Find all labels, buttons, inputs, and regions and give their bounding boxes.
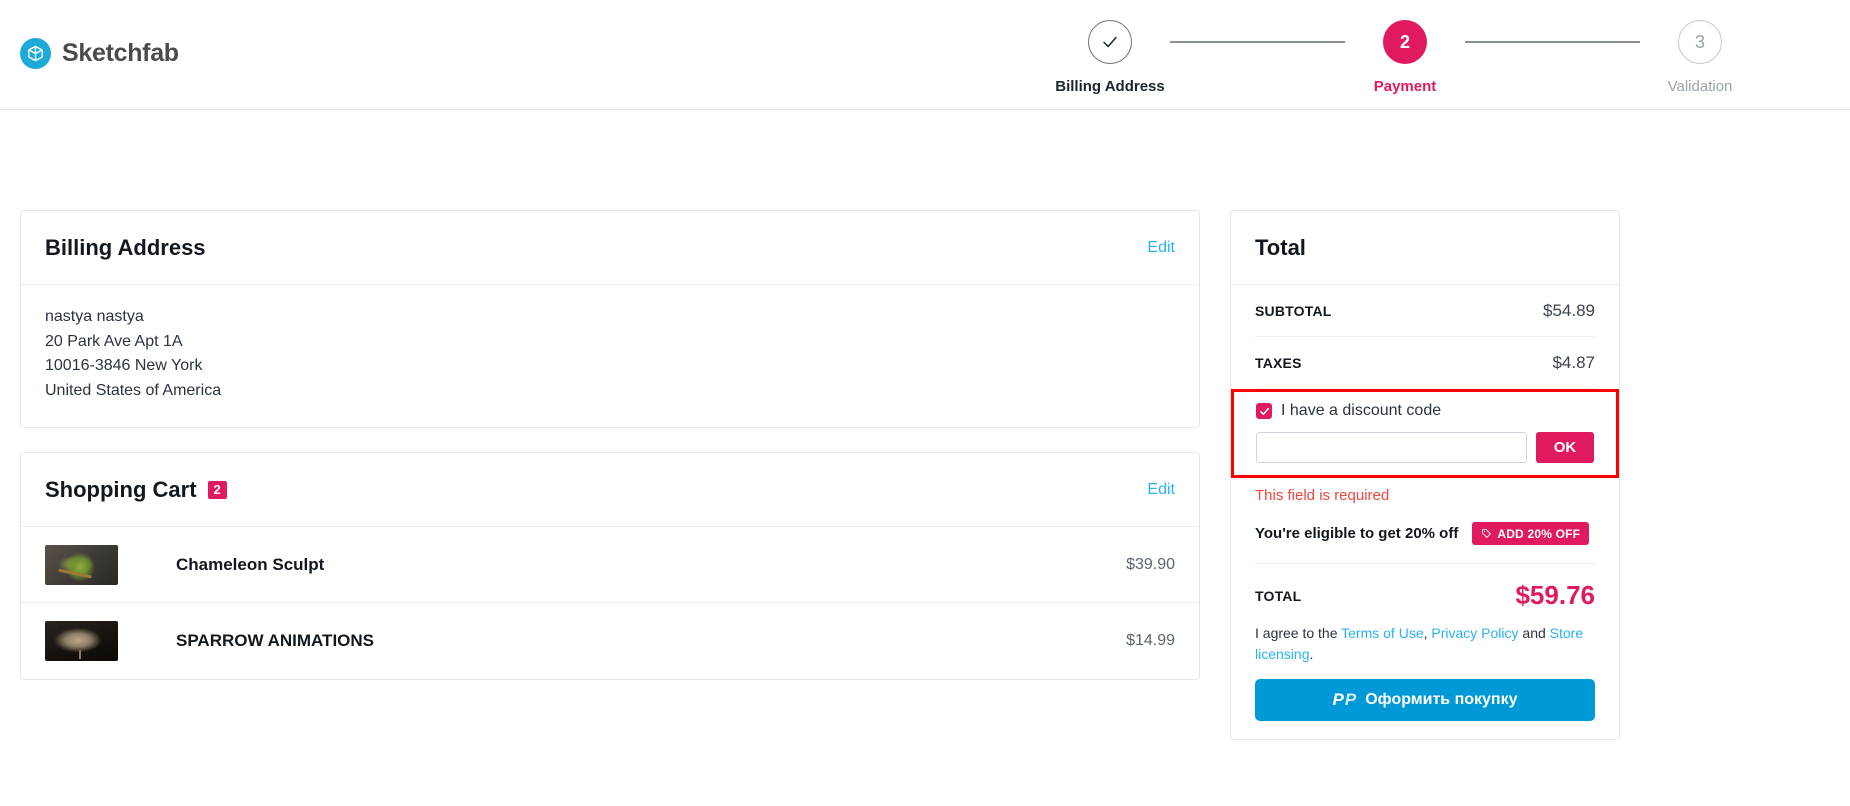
left-column: Billing Address Edit nastya nastya 20 Pa… (20, 210, 1200, 680)
discount-input-row: OK (1256, 432, 1594, 463)
grand-total-value: $59.76 (1515, 580, 1595, 610)
add-discount-button[interactable]: ADD 20% OFF (1472, 522, 1590, 545)
cart-item-name: SPARROW ANIMATIONS (176, 631, 375, 650)
step-validation[interactable]: 3 Validation (1640, 20, 1760, 95)
subtotal-value: $54.89 (1543, 300, 1595, 320)
cart-item-thumbnail (45, 544, 118, 585)
discount-error-message: This field is required (1255, 487, 1390, 504)
cart-item-thumbnail (45, 621, 118, 661)
privacy-policy-link[interactable]: Privacy Policy (1431, 625, 1518, 641)
total-header: Total (1231, 211, 1619, 285)
discount-checkbox[interactable] (1256, 403, 1272, 419)
step-3-circle: 3 (1678, 20, 1722, 64)
step-3-label: Validation (1667, 78, 1733, 95)
discount-eligible-row: You're eligible to get 20% off ADD 20% O… (1255, 504, 1595, 564)
shopping-cart-title: Shopping Cart 2 (45, 477, 227, 503)
tag-icon (1482, 529, 1492, 538)
discount-checkbox-label: I have a discount code (1281, 402, 1442, 419)
total-card: Total SUBTOTAL $54.89 TAXES $4.87 I have… (1230, 210, 1620, 740)
step-1-label: Billing Address (1055, 78, 1165, 95)
step-connector-2 (1465, 41, 1640, 43)
agree-suffix: . (1309, 646, 1314, 662)
table-row[interactable]: Chameleon Sculpt $39.90 (21, 527, 1199, 603)
discount-code-input[interactable] (1256, 432, 1527, 463)
address-line-street: 20 Park Ave Apt 1A (45, 332, 183, 350)
table-row[interactable]: SPARROW ANIMATIONS $14.99 (21, 603, 1199, 679)
address-line-country: United States of America (45, 381, 222, 399)
taxes-label: TAXES (1255, 354, 1302, 371)
add-discount-label: ADD 20% OFF (1497, 526, 1581, 541)
billing-address-title: Billing Address (45, 234, 206, 260)
subtotal-label: SUBTOTAL (1255, 302, 1332, 319)
discount-ok-button[interactable]: OK (1536, 432, 1594, 463)
check-icon (1259, 407, 1269, 415)
shopping-cart-title-text: Shopping Cart (45, 476, 197, 502)
step-1-circle (1088, 20, 1132, 64)
eligible-text: You're eligible to get 20% off (1255, 525, 1459, 542)
paypal-checkout-button[interactable]: PP Оформить покупку (1255, 679, 1595, 721)
check-icon (1103, 36, 1117, 48)
cart-item-name: Chameleon Sculpt (176, 554, 325, 574)
discount-checkbox-row[interactable]: I have a discount code (1256, 402, 1594, 420)
checkout-content: Billing Address Edit nastya nastya 20 Pa… (0, 210, 1850, 740)
address-line-city: 10016-3846 New York (45, 357, 203, 374)
step-connector-1 (1170, 41, 1345, 43)
billing-address-card: Billing Address Edit nastya nastya 20 Pa… (20, 210, 1200, 428)
sketchfab-cube-icon (20, 38, 51, 69)
billing-address-body: nastya nastya 20 Park Ave Apt 1A 10016-3… (21, 285, 1199, 427)
cart-item-price: $14.99 (1126, 632, 1175, 649)
shopping-cart-card: Shopping Cart 2 Edit Chameleon Sculpt $3… (20, 452, 1200, 680)
page-header: Sketchfab Billing Address 2 Payment 3 Va… (0, 0, 1850, 110)
agree-prefix: I agree to the (1255, 625, 1342, 641)
brand-name: Sketchfab (62, 39, 179, 67)
address-line-name: nastya nastya (45, 308, 144, 325)
paypal-button-label: Оформить покупку (1365, 691, 1518, 708)
agree-and: and (1518, 625, 1550, 641)
total-title: Total (1255, 234, 1306, 260)
cart-count-badge: 2 (207, 480, 227, 499)
paypal-logo-icon: PP (1332, 690, 1357, 709)
grand-total-row: TOTAL $59.76 (1255, 564, 1595, 623)
right-column: Total SUBTOTAL $54.89 TAXES $4.87 I have… (1230, 210, 1620, 740)
billing-address-header: Billing Address Edit (21, 211, 1199, 285)
edit-billing-address-link[interactable]: Edit (1147, 239, 1175, 257)
taxes-value: $4.87 (1552, 352, 1595, 372)
step-billing-address[interactable]: Billing Address (1050, 20, 1170, 95)
checkout-stepper: Billing Address 2 Payment 3 Validation (1050, 20, 1760, 95)
shopping-cart-header: Shopping Cart 2 Edit (21, 453, 1199, 527)
brand-logo-area[interactable]: Sketchfab (20, 38, 179, 69)
edit-cart-link[interactable]: Edit (1147, 481, 1175, 499)
terms-of-use-link[interactable]: Terms of Use (1341, 625, 1423, 641)
grand-total-label: TOTAL (1255, 587, 1302, 604)
discount-code-section: I have a discount code OK (1231, 389, 1619, 478)
step-payment[interactable]: 2 Payment (1345, 20, 1465, 95)
cart-item-price: $39.90 (1126, 555, 1175, 573)
total-body: SUBTOTAL $54.89 TAXES $4.87 I have a dis… (1231, 285, 1619, 721)
step-2-circle: 2 (1383, 20, 1427, 64)
terms-agreement-text: I agree to the Terms of Use, Privacy Pol… (1255, 623, 1595, 679)
step-2-label: Payment (1373, 78, 1437, 95)
subtotal-row: SUBTOTAL $54.89 (1255, 285, 1595, 337)
taxes-row: TAXES $4.87 (1255, 337, 1595, 389)
